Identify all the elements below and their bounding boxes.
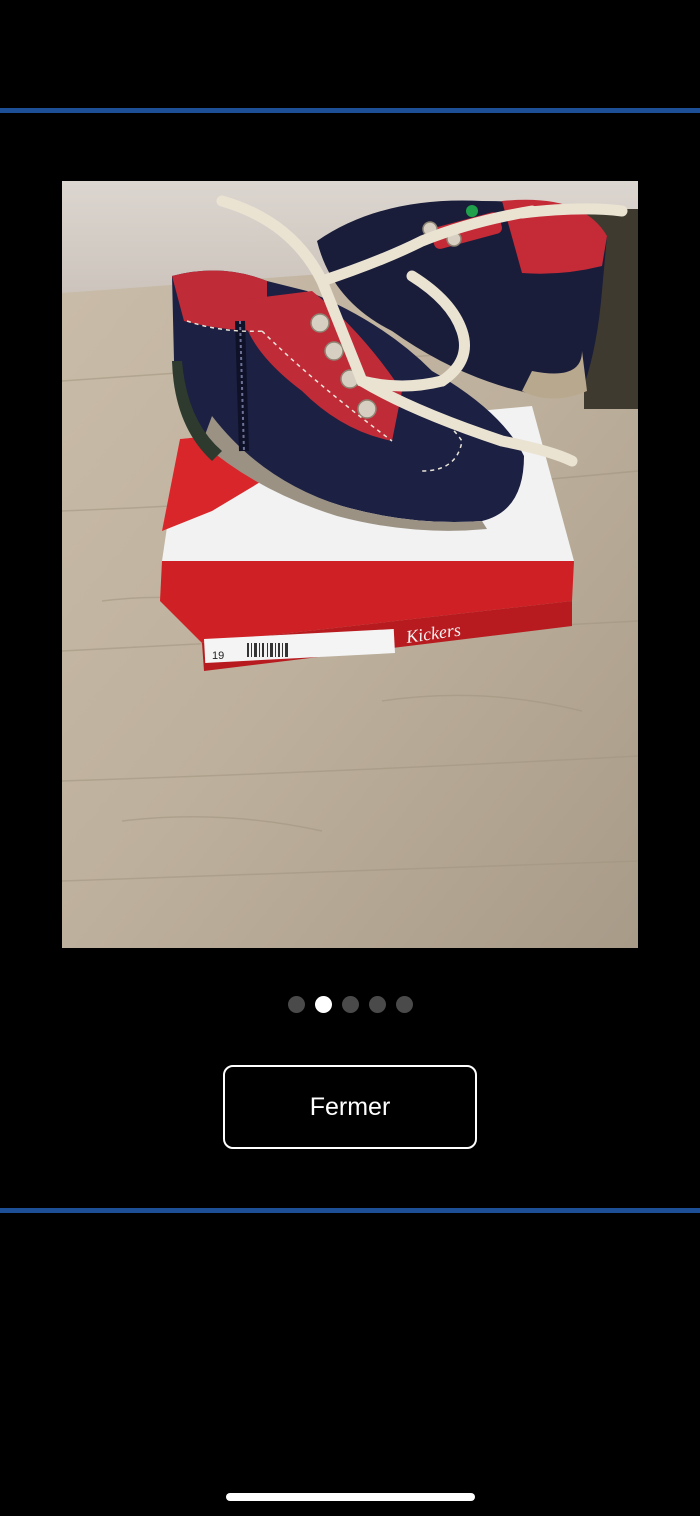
close-button[interactable]: Fermer (223, 1065, 477, 1149)
page-dot-3[interactable] (341, 996, 359, 1013)
bottom-divider (0, 1208, 700, 1213)
top-divider (0, 108, 700, 113)
page-dot-1[interactable] (287, 996, 305, 1013)
page-dot-5[interactable] (395, 996, 413, 1013)
page-dot-4[interactable] (368, 996, 386, 1013)
product-photo[interactable]: Ki 19 Kickers (62, 181, 638, 948)
home-indicator[interactable] (226, 1493, 475, 1501)
photo-viewer-screen: Ki 19 Kickers Fermer (0, 0, 700, 1516)
close-button-label: Fermer (309, 1092, 391, 1121)
pagination-dots (0, 996, 700, 1013)
page-dot-2-active[interactable] (314, 996, 332, 1013)
svg-text:19: 19 (212, 650, 224, 662)
